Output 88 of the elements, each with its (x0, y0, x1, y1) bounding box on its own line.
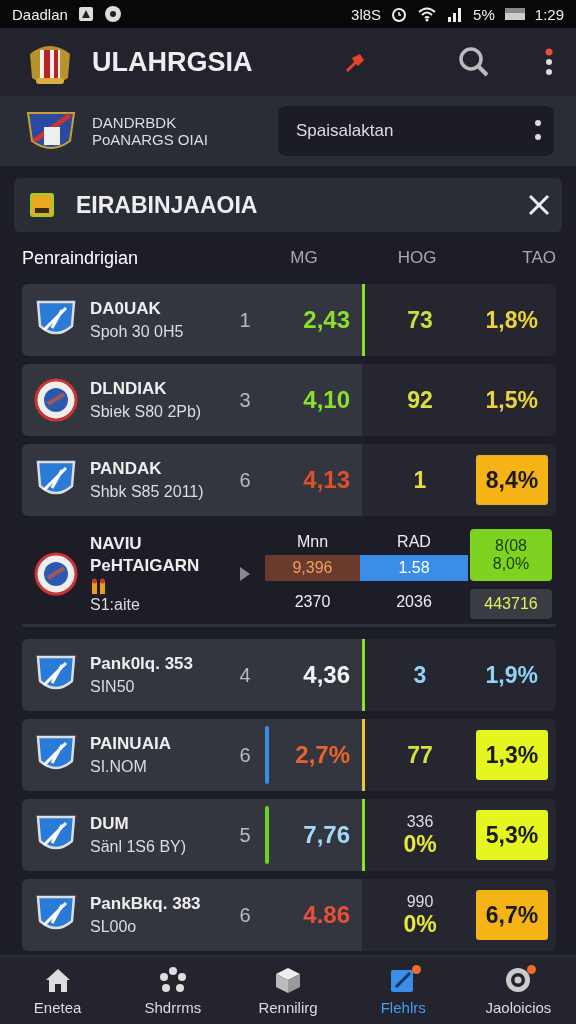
stat-text: 0% (403, 910, 437, 938)
team-name: NAVIU (90, 534, 143, 554)
stat-text: 3 (413, 661, 427, 689)
rank-number: 3 (238, 388, 252, 412)
carrier-name: Daadlan (12, 5, 68, 23)
dots-cluster-icon (157, 965, 188, 995)
stat-text: 73 (407, 306, 433, 334)
rank-number: 6 (238, 903, 252, 927)
menu-icon[interactable] (544, 48, 554, 76)
search-icon[interactable] (458, 46, 490, 78)
nav-tab[interactable]: Jaoloicios (460, 957, 576, 1024)
box-icon (273, 965, 303, 995)
percent-badge: 1,3% (476, 730, 548, 780)
team-detail: S1:aite (90, 596, 141, 614)
stat-text: 2036 (395, 593, 433, 611)
app-icon (103, 5, 122, 23)
team-detail: SI.NOM (90, 758, 148, 776)
column-header: TAO (521, 248, 556, 268)
team-detail: Sänl 1S6 BY) (90, 838, 188, 856)
team-detail: Shbk S85 2011) (90, 483, 205, 501)
team-detail: SL00o (90, 918, 138, 936)
search-input[interactable]: Spaisalaktan (294, 105, 534, 157)
nav-tab[interactable]: Enetea (0, 957, 116, 1024)
team-name: DANDRBDK (92, 114, 178, 131)
signal-icon (447, 6, 464, 22)
stat-text: 0% (403, 830, 437, 858)
team-name: DA0UAK (90, 299, 162, 319)
rank-number: 1 (238, 308, 252, 332)
nav-tab[interactable]: Shdrrms (115, 957, 231, 1024)
column-header: HOG (396, 248, 438, 268)
team-name: Pank0lq. 353 (90, 654, 194, 674)
team-detail: Sbiek S80 2Pb) (90, 403, 203, 421)
team-name: PankBkq. 383 (90, 894, 202, 914)
rank-number: 5 (238, 823, 252, 847)
count-text: 336 (406, 812, 434, 831)
column-header: MG (289, 248, 319, 268)
square-icon (30, 193, 54, 217)
team-detail: SIN50 (90, 678, 136, 696)
battery-icon (504, 7, 525, 21)
team-detail: Spoh 30 0H5 (90, 323, 185, 341)
value-text: 4,10 (302, 386, 350, 414)
network-label: 3l8S (351, 5, 382, 23)
value-text: 2,7% (294, 741, 350, 769)
play-icon[interactable] (240, 567, 250, 581)
value-text: 4.86 (302, 901, 350, 929)
rank-number: 6 (238, 468, 252, 492)
percent-badge: 8,4% (476, 455, 548, 505)
battery-percent: 5% (473, 5, 495, 23)
stat-text: 92 (407, 386, 433, 414)
total-badge: 443716 (470, 589, 552, 619)
percent-text: 1,8% (484, 305, 539, 335)
table-title: Penraindrigian (22, 247, 140, 269)
percent-text: 1,9% (484, 660, 539, 690)
stat-text: 2370 (293, 593, 332, 611)
banner-title: EIRABINJAAOIA (76, 191, 259, 219)
rank-number: 6 (238, 743, 252, 767)
clock: 1:29 (534, 5, 564, 23)
stat-text: 1 (413, 466, 427, 494)
app-title: ULAHRGSIA (92, 46, 254, 78)
close-icon[interactable] (528, 194, 550, 216)
stat-bar: 1.58 (360, 555, 468, 581)
value-text: 2,43 (302, 306, 350, 334)
nav-tab[interactable]: Flehlrs (345, 957, 461, 1024)
value-text: 4,13 (302, 466, 350, 494)
column-header: RAD (396, 533, 432, 551)
team-name: PANDAK (90, 459, 163, 479)
alarm-icon (391, 6, 408, 22)
nav-tab[interactable]: Rennilirg (230, 957, 346, 1024)
column-header: Mnn (295, 533, 330, 551)
people-icon (90, 578, 108, 594)
percent-badge: 5,3% (476, 810, 548, 860)
image-icon (77, 6, 94, 22)
team-name: PeHTAIGARN (90, 556, 201, 576)
team-name: DLNDIAK (90, 379, 168, 399)
wifi-icon (417, 6, 438, 22)
team-name: DUM (90, 814, 130, 834)
percent-text: 1,5% (484, 385, 539, 415)
team-subtitle: PoANARGS OIAI (92, 131, 209, 148)
value-text: 7,76 (302, 821, 350, 849)
value-text: 4,36 (302, 661, 350, 689)
rank-number: 4 (238, 663, 252, 687)
count-text: 990 (406, 892, 434, 911)
team-name: PAINUAIA (90, 734, 172, 754)
stat-text: 77 (407, 741, 433, 769)
stat-box: 8(08 8,0% (470, 529, 552, 581)
percent-badge: 6,7% (476, 890, 548, 940)
stat-bar: 9,396 (265, 555, 360, 581)
search-field[interactable]: Spaisalaktan (278, 106, 554, 156)
